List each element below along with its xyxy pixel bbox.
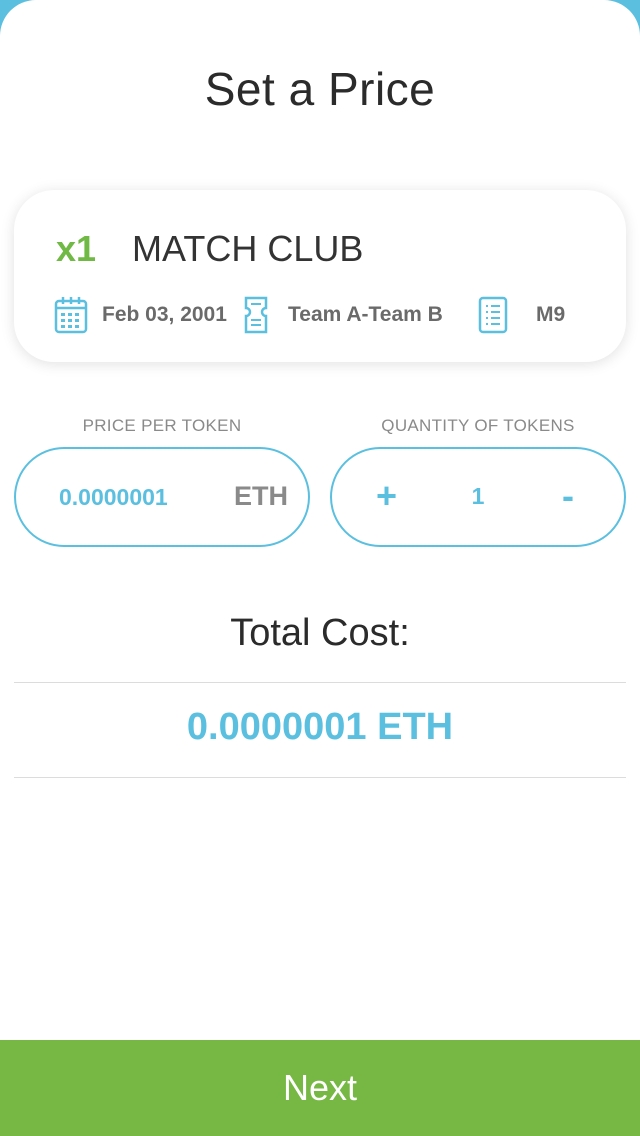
divider-bottom	[14, 777, 626, 778]
calendar-icon	[54, 296, 88, 334]
price-value[interactable]: 0.0000001	[59, 484, 168, 511]
price-per-token-label: PRICE PER TOKEN	[82, 416, 242, 435]
ticket-quantity: x1	[56, 228, 97, 269]
quantity-label: QUANTITY OF TOKENS	[381, 416, 575, 435]
event-date: Feb 03, 2001	[54, 296, 227, 334]
document-icon	[478, 296, 512, 334]
quantity-stepper: + 1 -	[330, 447, 626, 547]
event-match-code-text: M9	[536, 303, 566, 326]
event-match-code: M9	[478, 296, 565, 334]
next-button[interactable]: Next	[0, 1040, 640, 1136]
quantity-value: 1	[471, 483, 485, 509]
decrement-button[interactable]: -	[562, 475, 574, 517]
event-teams-text: Team A-Team B	[288, 303, 443, 326]
price-sheet: Set a Price x1 MATCH CLUB Feb 03, 2001 T…	[0, 0, 640, 1136]
total-cost-value: 0.0000001 ETH	[186, 706, 454, 748]
ticket-icon	[242, 296, 276, 334]
event-name: MATCH CLUB	[132, 228, 364, 269]
ticket-card: x1 MATCH CLUB Feb 03, 2001 Team A-Team B…	[14, 190, 626, 362]
event-date-text: Feb 03, 2001	[102, 303, 227, 326]
event-teams: Team A-Team B	[242, 296, 443, 334]
page-title: Set a Price	[204, 63, 436, 115]
total-cost-label: Total Cost:	[230, 612, 410, 654]
price-input[interactable]: 0.0000001 ETH	[14, 447, 310, 547]
divider-top	[14, 682, 626, 683]
increment-button[interactable]: +	[376, 475, 397, 517]
price-unit: ETH	[234, 481, 288, 511]
